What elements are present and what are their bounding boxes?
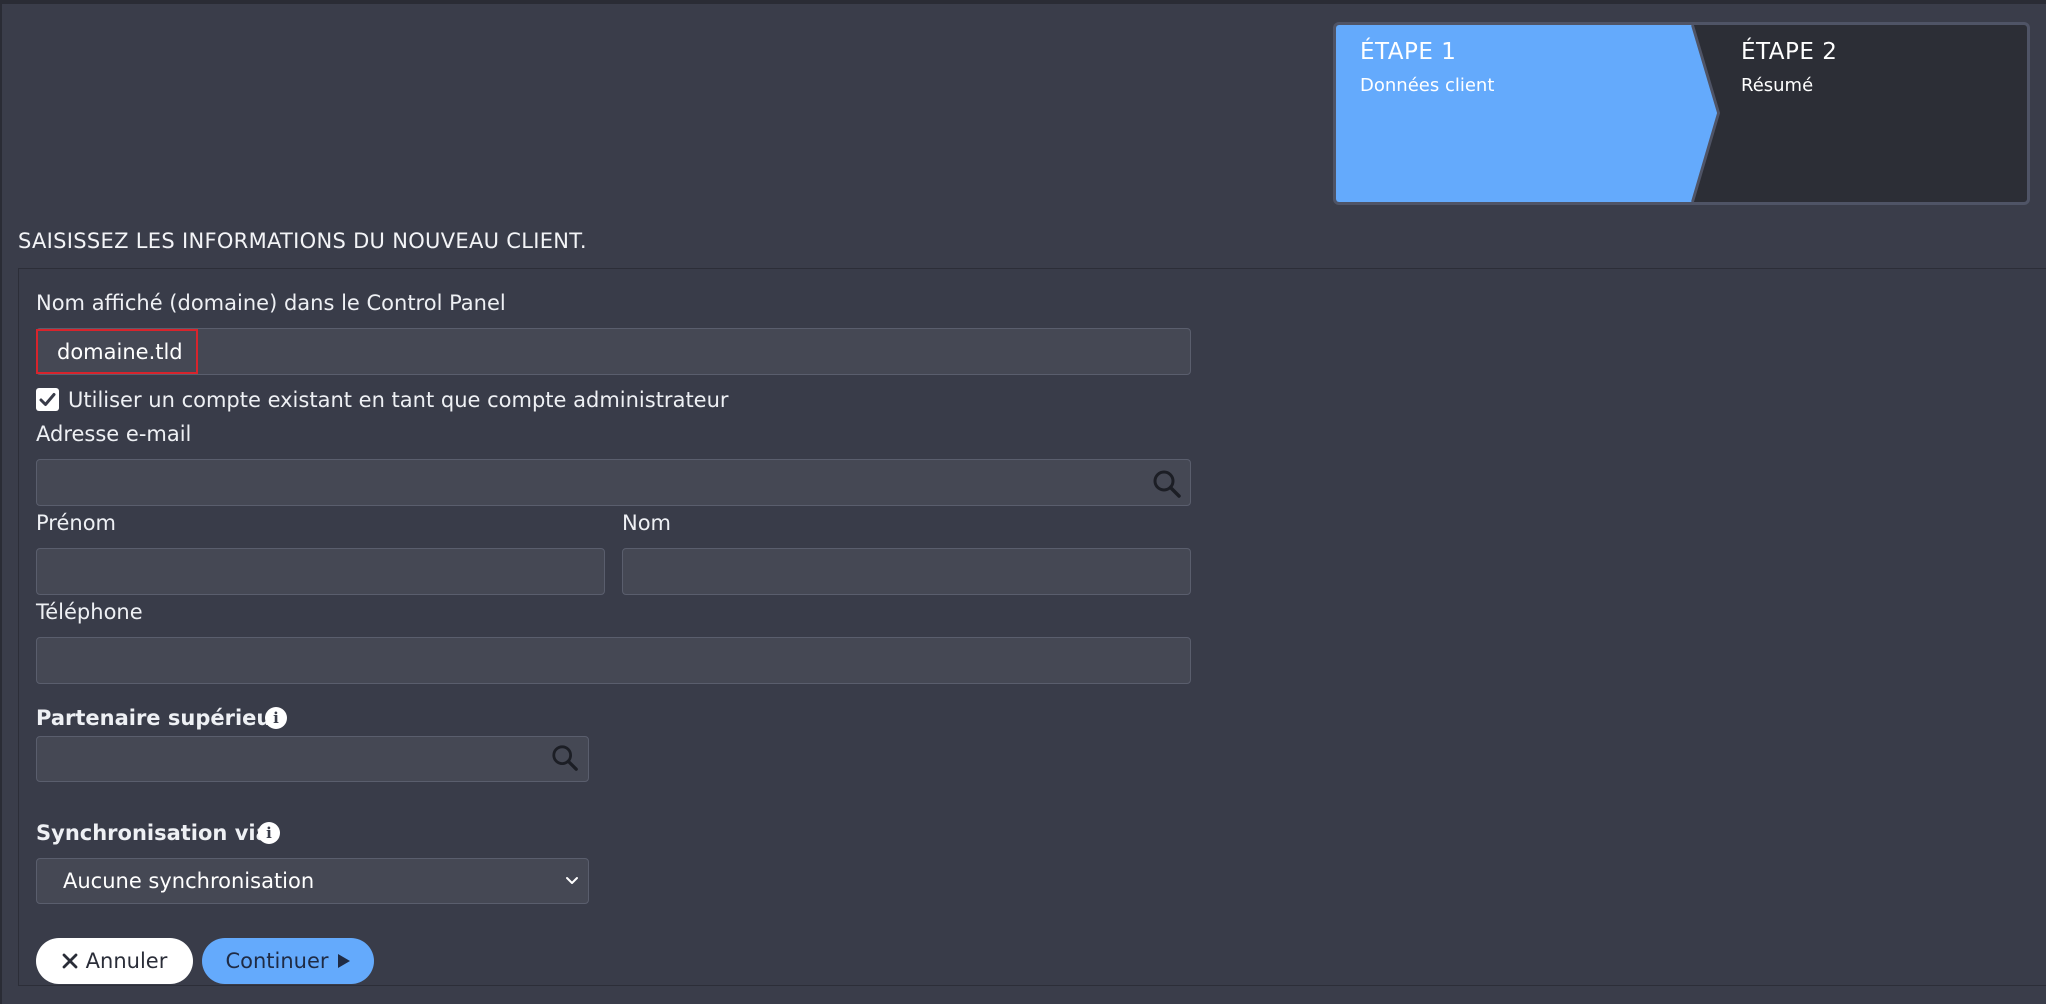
partner-search-icon[interactable] xyxy=(551,744,579,772)
cancel-label: Annuler xyxy=(85,949,168,973)
sync-label: Synchronisation via xyxy=(36,821,270,845)
lastname-field[interactable] xyxy=(622,548,1191,595)
email-search-icon[interactable] xyxy=(1152,469,1182,499)
domain-value: domaine.tld xyxy=(57,340,183,364)
step-2: ÉTAPE 2 Résumé xyxy=(1741,39,1837,96)
step-2-title: ÉTAPE 2 xyxy=(1741,39,1838,65)
domain-input[interactable] xyxy=(36,328,1191,375)
partner-info-icon[interactable]: i xyxy=(265,707,287,729)
step-2-subtitle: Résumé xyxy=(1741,75,1814,96)
domain-label: Nom affiché (domaine) dans le Control Pa… xyxy=(36,291,506,315)
email-label: Adresse e-mail xyxy=(36,422,192,446)
partner-search-input[interactable] xyxy=(36,736,589,782)
chevron-down-icon xyxy=(566,877,578,884)
close-icon xyxy=(62,953,78,969)
partner-label: Partenaire supérieur xyxy=(36,706,282,730)
continue-label: Continuer xyxy=(225,949,329,973)
sync-select[interactable]: Aucune synchronisation xyxy=(36,858,589,904)
play-icon xyxy=(337,953,351,969)
use-existing-account-label: Utiliser un compte existant en tant que … xyxy=(68,388,729,412)
step-1-title: ÉTAPE 1 xyxy=(1360,39,1457,65)
lastname-label: Nom xyxy=(622,511,672,535)
continue-button[interactable]: Continuer xyxy=(202,938,374,984)
phone-label: Téléphone xyxy=(36,600,143,624)
page-title: SAISISSEZ LES INFORMATIONS DU NOUVEAU CL… xyxy=(18,229,587,253)
email-field[interactable] xyxy=(36,459,1191,506)
step-1-subtitle: Données client xyxy=(1360,75,1495,96)
firstname-field[interactable] xyxy=(36,548,605,595)
step-indicator: ÉTAPE 1 Données client ÉTAPE 2 Résumé xyxy=(1333,22,2030,205)
sync-info-icon[interactable]: i xyxy=(258,822,280,844)
firstname-label: Prénom xyxy=(36,511,117,535)
sync-selected-value: Aucune synchronisation xyxy=(63,869,315,893)
use-existing-account-checkbox[interactable] xyxy=(36,388,59,411)
cancel-button[interactable]: Annuler xyxy=(36,938,193,984)
step-1: ÉTAPE 1 Données client xyxy=(1360,39,1494,96)
check-icon xyxy=(39,393,56,406)
phone-field[interactable] xyxy=(36,637,1191,684)
step-arrow-icon xyxy=(1676,25,1721,202)
